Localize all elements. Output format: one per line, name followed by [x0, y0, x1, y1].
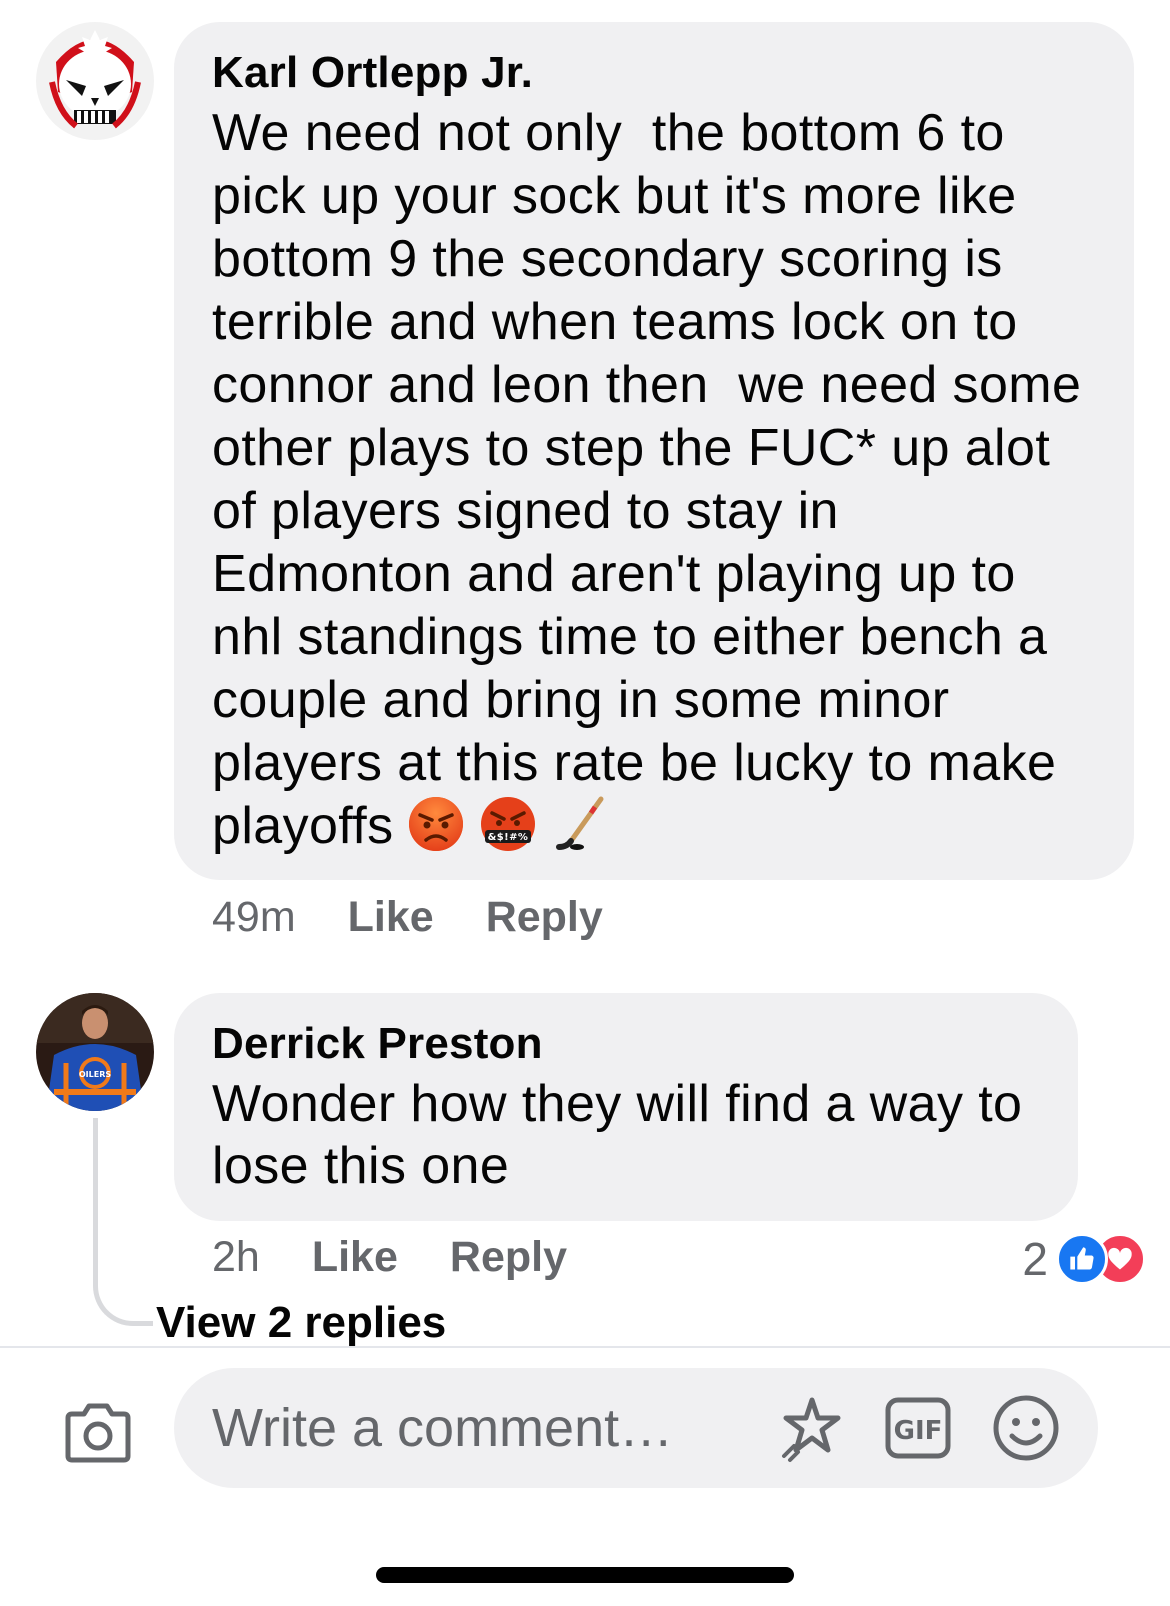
like-reaction-icon [1056, 1233, 1108, 1285]
reaction-count: 2 [1022, 1233, 1048, 1285]
comments-screen: Karl Ortlepp Jr. We need not only the bo… [0, 0, 1170, 1606]
gif-icon[interactable]: GIF [882, 1392, 954, 1464]
home-indicator[interactable] [376, 1567, 794, 1583]
comment-actions: 2h Like Reply [212, 1233, 567, 1282]
comment-bubble[interactable]: Derrick Preston Wonder how they will fin… [174, 993, 1078, 1221]
comment-author[interactable]: Derrick Preston [212, 1019, 1054, 1069]
gif-label: GIF [894, 1416, 943, 1446]
svg-text:&$!#%: &$!#% [488, 832, 529, 843]
reply-button[interactable]: Reply [450, 1233, 567, 1282]
comment-timestamp: 49m [212, 893, 296, 941]
comment-author[interactable]: Karl Ortlepp Jr. [212, 48, 1110, 98]
hockey-stick-icon [551, 795, 609, 853]
comment-actions: 49m Like Reply [212, 893, 603, 942]
reaction-summary[interactable]: 2 [1022, 1232, 1146, 1286]
avatar-karl[interactable] [36, 22, 154, 140]
like-button[interactable]: Like [348, 893, 434, 942]
view-replies-link[interactable]: View 2 replies [156, 1298, 446, 1348]
comment-text: We need not only the bottom 6 to pick up… [212, 102, 1110, 858]
like-button[interactable]: Like [312, 1233, 398, 1282]
angry-face-icon [407, 795, 465, 853]
comment-text-content: We need not only the bottom 6 to pick up… [212, 104, 1082, 855]
comment-bubble[interactable]: Karl Ortlepp Jr. We need not only the bo… [174, 22, 1134, 880]
swearing-face-icon: &$!#% [479, 795, 537, 853]
comment-text: Wonder how they will find a way to lose … [212, 1075, 1023, 1195]
svg-text:OILERS: OILERS [79, 1070, 112, 1079]
avatar-derrick[interactable]: OILERS [36, 993, 154, 1111]
sticker-icon[interactable] [774, 1392, 846, 1464]
reply-button[interactable]: Reply [486, 893, 603, 942]
comment-timestamp: 2h [212, 1233, 260, 1281]
reply-thread-line [93, 1118, 153, 1326]
camera-icon[interactable] [62, 1402, 134, 1464]
comment-input[interactable]: Write a comment… GIF [174, 1368, 1098, 1488]
emoji-icon[interactable] [990, 1392, 1062, 1464]
comment-input-placeholder[interactable]: Write a comment… [212, 1397, 774, 1459]
